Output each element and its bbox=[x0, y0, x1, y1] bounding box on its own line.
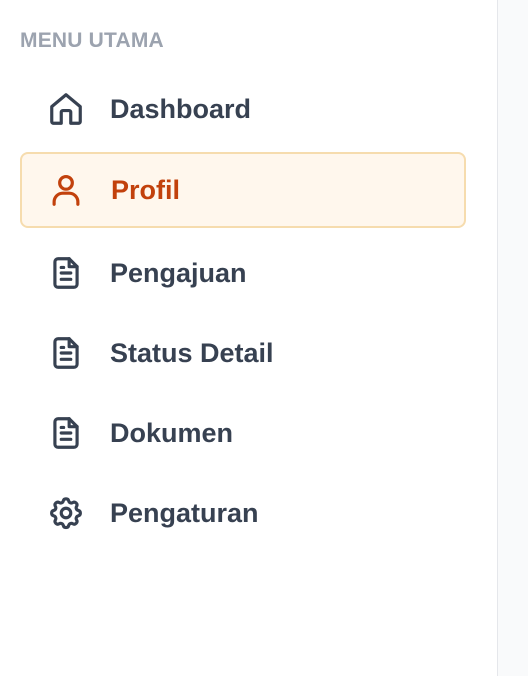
sidebar-item-label: Pengajuan bbox=[110, 257, 247, 288]
sidebar-item-label: Status Detail bbox=[110, 337, 274, 368]
sidebar-item-pengaturan[interactable]: Pengaturan bbox=[20, 475, 466, 551]
sidebar: MENU UTAMA Dashboard Profil Pengajuan St… bbox=[0, 0, 498, 676]
main-content-area bbox=[499, 0, 528, 676]
sidebar-item-profil[interactable]: Profil bbox=[20, 152, 466, 228]
sidebar-item-label: Dashboard bbox=[110, 93, 252, 124]
sidebar-item-label: Profil bbox=[111, 174, 181, 205]
sidebar-item-dashboard[interactable]: Dashboard bbox=[20, 71, 466, 147]
document-icon bbox=[47, 254, 85, 292]
sidebar-item-label: Dokumen bbox=[110, 417, 234, 448]
sidebar-item-pengajuan[interactable]: Pengajuan bbox=[20, 235, 466, 311]
sidebar-item-status-detail[interactable]: Status Detail bbox=[20, 315, 466, 391]
sidebar-item-dokumen[interactable]: Dokumen bbox=[20, 395, 466, 471]
sidebar-section-title: MENU UTAMA bbox=[20, 29, 164, 52]
document-icon bbox=[47, 414, 85, 452]
home-icon bbox=[47, 90, 85, 128]
gear-icon bbox=[47, 494, 85, 532]
sidebar-item-label: Pengaturan bbox=[110, 497, 259, 528]
user-icon bbox=[47, 171, 85, 209]
document-icon bbox=[47, 334, 85, 372]
